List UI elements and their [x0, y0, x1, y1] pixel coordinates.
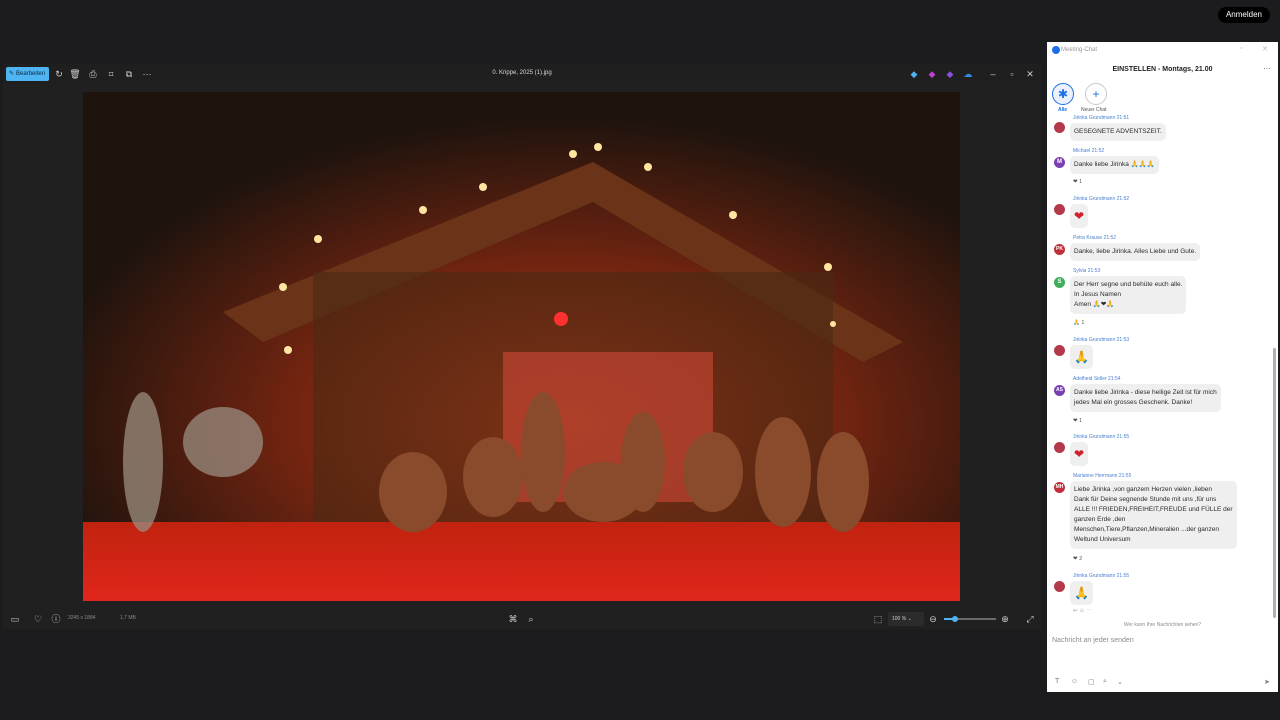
- popout-icon[interactable]: ▫: [1240, 45, 1242, 52]
- tab-new-chat-label: Neuer Chat: [1081, 107, 1107, 113]
- zoom-in-icon[interactable]: ⊕: [999, 613, 1011, 625]
- avatar: [1054, 581, 1065, 592]
- signin-button[interactable]: Anmelden: [1217, 7, 1270, 23]
- avatar: M: [1054, 157, 1065, 168]
- message-list: Jirinka Grundmann 21:51 GESEGNETE ADVENT…: [1047, 115, 1278, 620]
- message-text[interactable]: 🙏: [1070, 581, 1093, 605]
- app-icon-2[interactable]: ◆: [926, 68, 938, 80]
- chat-window-title: Meeting-Chat: [1061, 47, 1098, 53]
- maximize-icon[interactable]: ▫: [1006, 68, 1018, 80]
- file-icon[interactable]: ▢: [1088, 678, 1095, 686]
- avatar: [1054, 442, 1065, 453]
- avatar: AS: [1054, 385, 1065, 396]
- reaction-badge[interactable]: ❤ 2: [1073, 556, 1082, 562]
- message-text[interactable]: ❤: [1070, 442, 1089, 466]
- message-text[interactable]: 🙏: [1070, 345, 1093, 369]
- send-icon[interactable]: ➤: [1264, 678, 1270, 686]
- message-sender: Petra Krause 21:52: [1073, 235, 1117, 241]
- message-sender: Jirinka Grundmann 21:53: [1073, 337, 1130, 343]
- meeting-chat-panel: Meeting-Chat ▫ ✕ EINSTELLEN - Montags, 2…: [1047, 42, 1278, 692]
- file-size: 1,7 MB: [120, 615, 136, 621]
- message-sender: Jirinka Grundmann 21:52: [1073, 196, 1130, 202]
- message-text[interactable]: Der Herr segne und behüte euch alle. In …: [1070, 276, 1187, 314]
- message-text[interactable]: Danke liebe Jirinka - diese heilige Zeit…: [1070, 384, 1221, 412]
- avatar: [1054, 204, 1065, 215]
- filmstrip-icon[interactable]: ▭: [9, 613, 21, 625]
- info-icon[interactable]: ⓘ: [50, 613, 62, 625]
- avatar: PK: [1054, 244, 1065, 255]
- message-text[interactable]: Danke, liebe Jirinka. Alles Liebe und Gu…: [1070, 243, 1201, 261]
- search-image-icon[interactable]: ⌕: [525, 613, 537, 625]
- zoom-thumb[interactable]: [952, 616, 958, 622]
- avatar: [1054, 345, 1065, 356]
- app-icon-1[interactable]: ◆: [908, 68, 920, 80]
- zoom-value: 100 %: [892, 616, 907, 622]
- onedrive-icon[interactable]: ☁: [962, 68, 974, 80]
- fullscreen-icon[interactable]: ⤢: [1024, 613, 1036, 625]
- desktop-top-bar: Anmelden: [0, 0, 1280, 42]
- avatar: S: [1054, 277, 1065, 288]
- file-title: 0. Krippe, 2025 (1).jpg: [492, 70, 552, 76]
- message-sender: Sylvia 21:53: [1073, 268, 1101, 274]
- tab-new-chat[interactable]: +: [1085, 83, 1107, 105]
- message-sender: Michael 21:52: [1073, 148, 1105, 154]
- zoom-slider[interactable]: [944, 616, 996, 622]
- zoom-dropdown[interactable]: 100 % ⌄: [888, 612, 924, 626]
- format-text-icon[interactable]: T: [1055, 678, 1059, 685]
- message-input[interactable]: Nachricht an jeder senden: [1052, 637, 1134, 644]
- nativity-photo: [83, 92, 960, 601]
- chat-scrollbar[interactable]: [1273, 348, 1276, 618]
- tab-all-label: Alle: [1058, 107, 1068, 113]
- message-text[interactable]: Liebe Jirinka ,von ganzem Herzen vielen …: [1070, 481, 1237, 549]
- reaction-badge[interactable]: 🙏 1: [1073, 320, 1084, 326]
- fit-icon[interactable]: ⬚: [872, 613, 884, 625]
- tab-all[interactable]: ✱: [1052, 83, 1074, 105]
- people-icon[interactable]: ⌘: [507, 613, 519, 625]
- avatar: MH: [1054, 482, 1065, 493]
- chat-more-icon[interactable]: ⋯: [1263, 64, 1271, 73]
- visibility-link[interactable]: Wer kann Ihre Nachrichten sehen?: [1047, 622, 1278, 628]
- photo-viewer-window: ✎ Bearbeiten ↻ 🗑 ⎙ ⌗ ⧉ ⋯ 0. Krippe, 2025…: [3, 64, 1041, 629]
- message-sender: Adelheid Sidler 21:54: [1073, 376, 1121, 382]
- zoom-logo-icon: [1052, 46, 1060, 54]
- dropdown-icon[interactable]: ⌄: [1117, 678, 1123, 686]
- viewer-toolbar: ✎ Bearbeiten ↻ 🗑 ⎙ ⌗ ⧉ ⋯ 0. Krippe, 2025…: [3, 64, 1041, 84]
- app-icon-3[interactable]: ◆: [944, 68, 956, 80]
- message-sender: Jirinka Grundmann 21:51: [1073, 115, 1130, 121]
- reaction-badge[interactable]: ❤ 1: [1073, 418, 1082, 424]
- zoom-out-icon[interactable]: ⊖: [927, 613, 939, 625]
- message-text[interactable]: ❤: [1070, 204, 1089, 228]
- close-chat-icon[interactable]: ✕: [1262, 45, 1268, 53]
- message-text[interactable]: Danke liebe Jirinka 🙏🙏🙏: [1070, 156, 1160, 174]
- chat-header: EINSTELLEN - Montags, 21.00: [1112, 66, 1213, 73]
- avatar: [1054, 122, 1065, 133]
- screenshot-icon[interactable]: ⌕: [1103, 678, 1107, 686]
- message-text[interactable]: GESEGNETE ADVENTSZEIT.: [1070, 123, 1166, 141]
- image-dimensions: 3245 x 1884: [68, 615, 96, 621]
- close-icon[interactable]: ✕: [1024, 68, 1036, 80]
- reaction-badge[interactable]: ❤ 1: [1073, 179, 1082, 185]
- message-sender: Jirinka Grundmann 21:55: [1073, 573, 1130, 579]
- message-sender: Jirinka Grundmann 21:55: [1073, 434, 1130, 440]
- favorite-icon[interactable]: ♡: [32, 613, 44, 625]
- viewer-status-bar: ▭ ♡ ⓘ 3245 x 1884 1,7 MB ⌘ ⌕ ⬚ 100 % ⌄ ⊖…: [3, 609, 1041, 629]
- minimize-icon[interactable]: –: [987, 68, 999, 80]
- message-actions[interactable]: ↩ ☺ ⋯: [1073, 608, 1092, 614]
- emoji-icon[interactable]: ☺: [1071, 678, 1078, 685]
- message-sender: Marianne Herrmann 21:55: [1073, 473, 1132, 479]
